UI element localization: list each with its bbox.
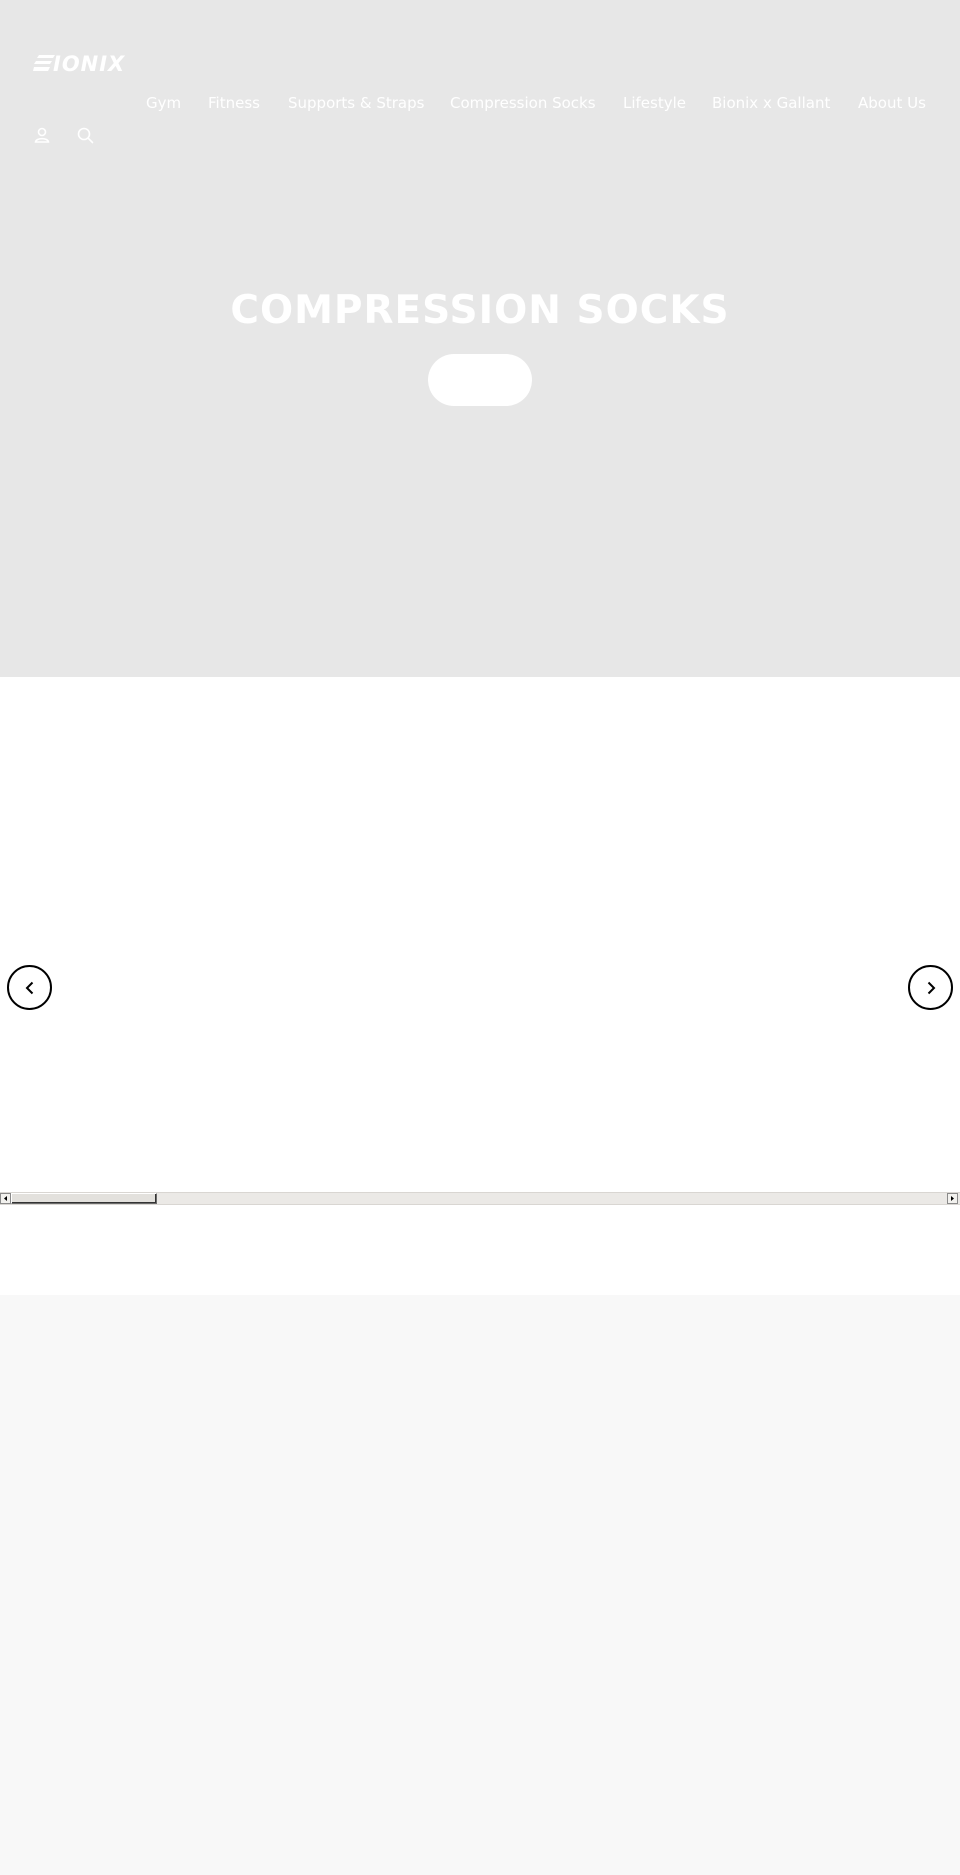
product-carousel (0, 677, 960, 1295)
scroll-right-arrow-icon (951, 1196, 954, 1201)
carousel-scrollbar[interactable] (0, 1192, 960, 1205)
nav-item-gym[interactable]: Gym (146, 91, 181, 115)
nav-item-compression-socks[interactable]: Compression Socks (450, 91, 596, 115)
scroll-right-button[interactable] (947, 1193, 958, 1204)
search-icon (77, 127, 94, 144)
account-icon (34, 127, 50, 143)
nav-item-bionix-gallant[interactable]: Bionix x Gallant (712, 91, 830, 115)
search-button[interactable] (74, 124, 96, 146)
brand-logo[interactable]: IONIX (33, 52, 159, 74)
hero-cta-button[interactable] (428, 354, 532, 406)
hero-title: COMPRESSION SOCKS (230, 288, 730, 333)
hero-section: IONIX Gym Fitness Supports & Straps Comp… (0, 0, 960, 677)
nav-item-supports-straps[interactable]: Supports & Straps (288, 91, 424, 115)
svg-text:IONIX: IONIX (53, 52, 126, 74)
scroll-left-button[interactable] (0, 1193, 11, 1204)
chevron-right-icon (927, 981, 935, 994)
lower-section (0, 1295, 960, 1875)
logo-mark: IONIX (33, 52, 126, 74)
nav-item-fitness[interactable]: Fitness (208, 91, 260, 115)
carousel-next-button[interactable] (908, 965, 953, 1010)
scroll-left-arrow-icon (4, 1196, 7, 1201)
nav-item-about-us[interactable]: About Us (858, 91, 926, 115)
scrollbar-thumb[interactable] (11, 1193, 157, 1204)
nav-item-lifestyle[interactable]: Lifestyle (623, 91, 686, 115)
main-nav: Gym Fitness Supports & Straps Compressio… (0, 91, 960, 115)
account-button[interactable] (31, 124, 53, 146)
chevron-left-icon (25, 981, 33, 994)
carousel-prev-button[interactable] (7, 965, 52, 1010)
